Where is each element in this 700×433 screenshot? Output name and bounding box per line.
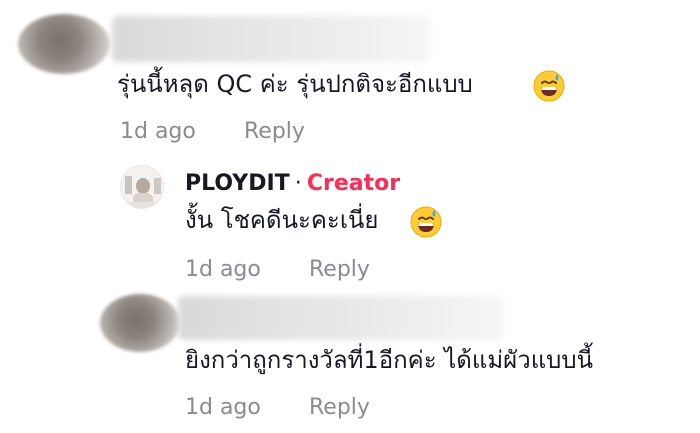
username-redacted[interactable] <box>178 296 503 340</box>
comment-text: รุ่นนี้หลุด QC ค่ะ รุ่นปกติจะอีกแบบ <box>117 70 473 98</box>
reply-button[interactable]: Reply <box>309 394 370 422</box>
avatar[interactable] <box>18 14 110 74</box>
avatar[interactable] <box>100 294 180 352</box>
timestamp: 1d ago <box>185 395 261 420</box>
creator-badge: Creator <box>306 171 401 196</box>
username[interactable]: PLOYDIT <box>185 171 290 196</box>
comment-header: PLOYDIT · Creator <box>185 170 400 198</box>
reply-button[interactable]: Reply <box>244 118 305 146</box>
username-redacted[interactable] <box>112 16 430 62</box>
timestamp: 1d ago <box>185 257 261 282</box>
reply-button[interactable]: Reply <box>309 256 370 284</box>
separator-dot: · <box>294 171 302 196</box>
timestamp: 1d ago <box>120 119 196 144</box>
avatar[interactable] <box>120 165 164 209</box>
comment-text: งั้น โชคดีนะคะเนี่ย <box>185 206 379 234</box>
grinning-sweat-emoji <box>533 70 565 102</box>
grinning-sweat-emoji <box>410 206 442 238</box>
comment-text: ยิงกว่าถูกรางวัลที่1อีกค่ะ ได้แม่ผัวแบบน… <box>185 346 594 374</box>
